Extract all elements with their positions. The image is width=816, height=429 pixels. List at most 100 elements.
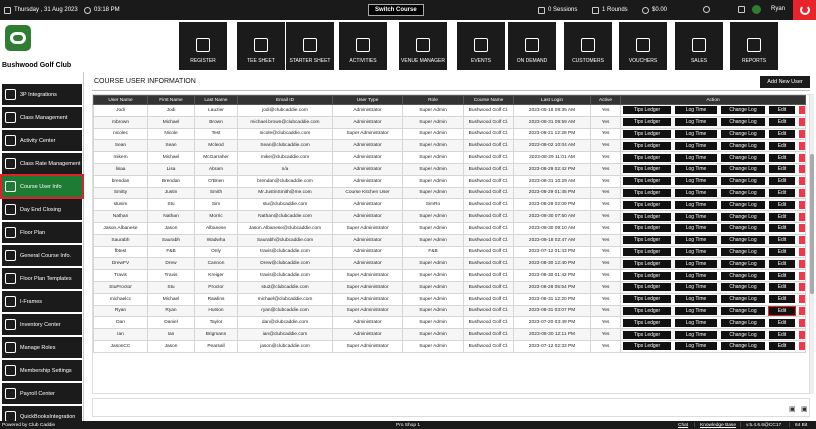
log-time-button[interactable]: Log Time <box>675 306 717 315</box>
edit-button[interactable]: Edit <box>769 141 795 150</box>
column-header[interactable]: Last Login <box>513 95 591 105</box>
log-time-button[interactable]: Log Time <box>675 106 717 115</box>
tips-ledger-button[interactable]: Tips Ledger <box>623 141 671 150</box>
tips-ledger-button[interactable]: Tips Ledger <box>623 247 671 256</box>
table-row[interactable]: Ryan Ryan Hutson ryan@clubcaddie.com Super A… <box>93 304 806 318</box>
table-row[interactable]: lisaa Lisa Abram n/a Administrator Super Admi… <box>93 162 806 176</box>
sidebar-item-manage-roles[interactable]: Manage Roles <box>2 337 82 358</box>
sidebar-item-payroll-center[interactable]: Payroll Center <box>2 383 82 404</box>
sidebar-item-course-user-info[interactable]: Course User Info <box>0 174 84 199</box>
change-log-button[interactable]: Change Log <box>721 318 765 327</box>
sidebar-item-3p-integrations[interactable]: 3P Integrations <box>2 84 82 105</box>
edit-button[interactable]: Edit <box>769 295 795 304</box>
edit-button[interactable]: Edit <box>769 283 795 292</box>
log-time-button[interactable]: Log Time <box>675 271 717 280</box>
chat-link[interactable]: Chat <box>678 423 688 428</box>
toolbar-activities-button[interactable]: Activities <box>339 22 387 70</box>
delete-button[interactable]: Delete <box>799 342 805 351</box>
table-row[interactable]: mikem Michael McGarraher mike@clubcaddie.co… <box>93 151 806 164</box>
sidebar-item-floor-plan-templates[interactable]: Floor Plan Templates <box>2 268 82 289</box>
log-time-button[interactable]: Log Time <box>675 224 717 233</box>
table-row[interactable]: Smitty Justin Smith Mr.JustinSmith@me.com Co… <box>93 186 806 200</box>
edit-button[interactable]: Edit <box>769 129 795 138</box>
logout-button[interactable] <box>793 0 816 20</box>
change-log-button[interactable]: Change Log <box>721 342 765 351</box>
edit-button[interactable]: Edit <box>769 153 795 162</box>
change-log-button[interactable]: Change Log <box>721 283 765 292</box>
column-header[interactable]: Email ID <box>237 95 333 105</box>
export-excel-icon[interactable]: ▣ <box>789 405 796 413</box>
toolbar-vouchers-button[interactable]: Vouchers <box>619 22 667 70</box>
tips-ledger-button[interactable]: Tips Ledger <box>623 236 671 245</box>
add-new-user-button[interactable]: Add New User <box>760 76 810 88</box>
delete-button[interactable]: Delete <box>799 141 805 150</box>
rounds-indicator[interactable]: 1 Rounds <box>592 6 628 14</box>
table-row[interactable]: fbtest F&B Only travis@clubcaddie.com Admini… <box>93 245 806 259</box>
change-log-button[interactable]: Change Log <box>721 295 765 304</box>
scrollbar-thumb[interactable] <box>810 154 814 294</box>
table-row[interactable]: JasonCC Jason Pearsall jason@clubcaddie.com… <box>93 339 806 353</box>
export-excel-all-icon[interactable]: ▣ <box>801 405 808 413</box>
table-scrollbar[interactable] <box>810 94 814 394</box>
tips-ledger-button[interactable]: Tips Ledger <box>623 165 671 174</box>
change-log-button[interactable]: Change Log <box>721 247 765 256</box>
sidebar-item-floor-plan[interactable]: Floor Plan <box>2 222 82 243</box>
table-row[interactable]: mbrown Michael Brown michael.brown@clubcadd… <box>93 115 806 129</box>
user-name[interactable]: Ryan <box>771 6 785 12</box>
log-time-button[interactable]: Log Time <box>675 153 717 162</box>
edit-button[interactable]: Edit <box>769 212 795 221</box>
tips-ledger-button[interactable]: Tips Ledger <box>623 118 671 127</box>
sidebar-item-class-rate-management[interactable]: Class Rate Management <box>2 153 82 174</box>
table-row[interactable]: StuProctor Stu Proctor stu2@clubcaddie.com S… <box>93 280 806 294</box>
edit-button[interactable]: Edit <box>769 188 795 197</box>
toolbar-tee-sheet-button[interactable]: Tee Sheet <box>237 22 285 70</box>
tips-ledger-button[interactable]: Tips Ledger <box>623 259 671 268</box>
sidebar-item-day-end-closing[interactable]: Day End Closing <box>2 199 82 220</box>
column-header[interactable]: Course Name <box>463 95 514 105</box>
delete-button[interactable]: Delete <box>799 283 805 292</box>
log-time-button[interactable]: Log Time <box>675 342 717 351</box>
table-row[interactable]: Nathan Nathan Morric Nathan@clubcaddie.com A… <box>93 210 806 223</box>
tips-ledger-button[interactable]: Tips Ledger <box>623 330 671 339</box>
delete-button[interactable]: Delete <box>799 129 805 138</box>
tips-ledger-button[interactable]: Tips Ledger <box>623 271 671 280</box>
table-row[interactable]: Saurabh Saurabh Wadwha Saurabh@clubcaddie.c… <box>93 233 806 247</box>
edit-button[interactable]: Edit <box>769 247 795 256</box>
delete-button[interactable]: Delete <box>799 318 805 327</box>
change-log-button[interactable]: Change Log <box>721 224 765 233</box>
toolbar-sales-button[interactable]: Sales <box>675 22 723 70</box>
timer-icon[interactable] <box>703 6 710 13</box>
delete-button[interactable]: Delete <box>799 259 805 268</box>
column-header[interactable]: First Name <box>147 95 195 105</box>
tips-ledger-button[interactable]: Tips Ledger <box>623 177 671 186</box>
delete-button[interactable]: Delete <box>799 200 805 209</box>
table-row[interactable]: michaelcc Michael Rawlins michael@clubcaddi… <box>93 292 806 306</box>
delete-button[interactable]: Delete <box>799 295 805 304</box>
change-log-button[interactable]: Change Log <box>721 177 765 186</box>
log-time-button[interactable]: Log Time <box>675 200 717 209</box>
table-row[interactable]: Dan Daniel Taylor dan@clubcaddie.com Adminis… <box>93 316 806 330</box>
change-log-button[interactable]: Change Log <box>721 212 765 221</box>
column-header[interactable]: Active <box>590 95 621 105</box>
log-time-button[interactable]: Log Time <box>675 236 717 245</box>
log-time-button[interactable]: Log Time <box>675 118 717 127</box>
edit-button[interactable]: Edit <box>769 330 795 339</box>
tips-ledger-button[interactable]: Tips Ledger <box>623 318 671 327</box>
change-log-button[interactable]: Change Log <box>721 118 765 127</box>
delete-button[interactable]: Delete <box>799 330 805 339</box>
table-row[interactable]: Ian Ian Brigmann ian@clubcaddie.com Administ… <box>93 328 806 341</box>
delete-button[interactable]: Delete <box>799 271 805 280</box>
delete-button[interactable]: Delete <box>799 177 805 186</box>
table-row[interactable]: Travis Travis Kreiger travis@clubcaddie.com… <box>93 269 806 282</box>
change-log-button[interactable]: Change Log <box>721 306 765 315</box>
sidebar-item-general-course-info[interactable]: General Course Info. <box>2 245 82 266</box>
tips-ledger-button[interactable]: Tips Ledger <box>623 295 671 304</box>
edit-button[interactable]: Edit <box>769 236 795 245</box>
change-log-button[interactable]: Change Log <box>721 165 765 174</box>
delete-button[interactable]: Delete <box>799 236 805 245</box>
edit-button[interactable]: Edit <box>769 259 795 268</box>
log-time-button[interactable]: Log Time <box>675 283 717 292</box>
edit-button[interactable]: Edit <box>768 306 796 316</box>
column-header[interactable]: User Type <box>332 95 403 105</box>
edit-button[interactable]: Edit <box>769 200 795 209</box>
